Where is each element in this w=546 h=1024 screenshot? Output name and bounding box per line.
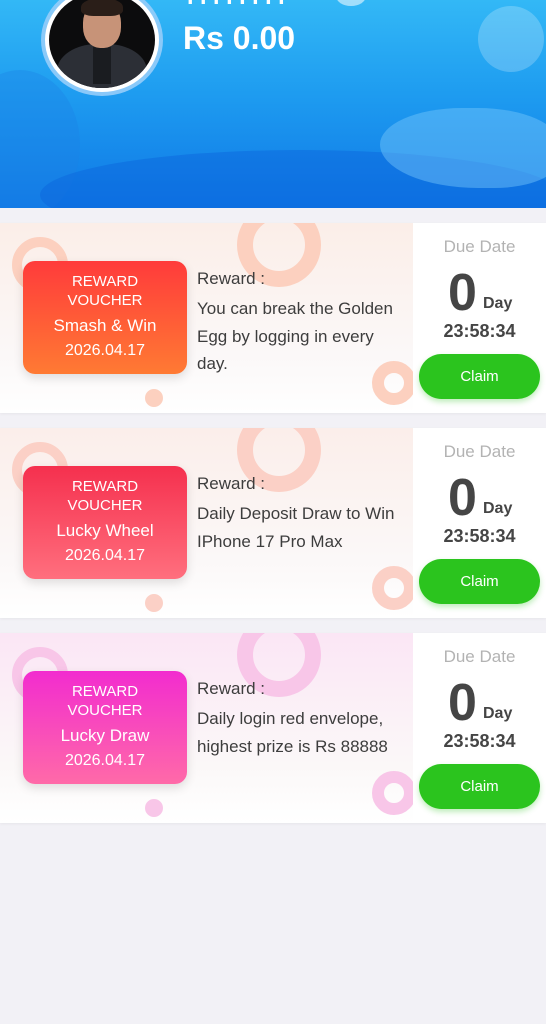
avatar[interactable] [45, 0, 159, 92]
voucher-label: VOUCHER [67, 702, 143, 719]
due-date-panel: Due Date 0 Day 23:58:34 Claim [413, 633, 546, 823]
voucher-label: REWARD [71, 683, 139, 700]
days-remaining: 0 [448, 264, 477, 322]
avatar-shirt [93, 44, 111, 84]
countdown-timer: 23:58:34 [443, 321, 516, 341]
voucher-card: REWARD VOUCHER Lucky Wheel 2026.04.17 Re… [0, 428, 546, 618]
claim-button[interactable]: Claim [419, 559, 540, 604]
countdown-timer: 23:58:34 [443, 731, 516, 751]
voucher-card-body: REWARD VOUCHER Smash & Win 2026.04.17 Re… [0, 223, 413, 413]
avatar-hair [81, 0, 123, 16]
days-remaining: 0 [448, 469, 477, 527]
voucher-name: Lucky Draw [60, 726, 150, 745]
due-date-label: Due Date [443, 647, 516, 666]
due-date-panel: Due Date 0 Day 23:58:34 Claim [413, 223, 546, 413]
voucher-label: VOUCHER [67, 292, 143, 309]
voucher-date: 2026.04.17 [64, 342, 146, 359]
due-date-label: Due Date [443, 237, 516, 256]
voucher-name: Smash & Win [53, 316, 157, 335]
reward-voucher-badge: REWARD VOUCHER Smash & Win 2026.04.17 [23, 261, 187, 374]
voucher-date: 2026.04.17 [64, 547, 146, 564]
user-id: 11111111 [183, 0, 303, 4]
reward-title: Reward : [197, 679, 266, 698]
countdown-timer: 23:58:34 [443, 526, 516, 546]
ring-decoration [145, 389, 163, 407]
due-date-panel: Due Date 0 Day 23:58:34 Claim [413, 428, 546, 618]
ring-decoration [372, 771, 413, 815]
balance-amount: Rs 0.00 [183, 20, 296, 56]
header-bubble-decoration [336, 0, 366, 6]
due-date-label: Due Date [443, 442, 516, 461]
voucher-date: 2026.04.17 [64, 752, 146, 769]
claim-button[interactable]: Claim [419, 354, 540, 399]
days-remaining: 0 [448, 674, 477, 732]
ring-decoration [145, 594, 163, 612]
reward-voucher-badge: REWARD VOUCHER Lucky Draw 2026.04.17 [23, 671, 187, 784]
ring-decoration [372, 566, 413, 610]
reward-description: Daily login red envelope, highest prize … [197, 709, 388, 756]
voucher-label: VOUCHER [67, 497, 143, 514]
voucher-card-body: REWARD VOUCHER Lucky Draw 2026.04.17 Rew… [0, 633, 413, 823]
voucher-label: REWARD [71, 478, 139, 495]
voucher-label: REWARD [71, 273, 139, 290]
reward-title: Reward : [197, 474, 266, 493]
voucher-card-body: REWARD VOUCHER Lucky Wheel 2026.04.17 Re… [0, 428, 413, 618]
header-bubble-decoration [478, 6, 544, 72]
voucher-name: Lucky Wheel [56, 521, 154, 540]
voucher-card: REWARD VOUCHER Smash & Win 2026.04.17 Re… [0, 223, 546, 413]
day-unit: Day [483, 705, 513, 722]
reward-voucher-badge: REWARD VOUCHER Lucky Wheel 2026.04.17 [23, 466, 187, 579]
avatar-photo [49, 0, 155, 88]
reward-description: You can break the Golden Egg by logging … [197, 299, 393, 373]
profile-header: 11111111 Rs 0.00 [0, 0, 546, 208]
voucher-card: REWARD VOUCHER Lucky Draw 2026.04.17 Rew… [0, 633, 546, 823]
reward-title: Reward : [197, 269, 266, 288]
ring-decoration [145, 799, 163, 817]
day-unit: Day [483, 295, 513, 312]
claim-button[interactable]: Claim [419, 764, 540, 809]
day-unit: Day [483, 500, 513, 517]
reward-description: Daily Deposit Draw to Win IPhone 17 Pro … [197, 504, 395, 551]
